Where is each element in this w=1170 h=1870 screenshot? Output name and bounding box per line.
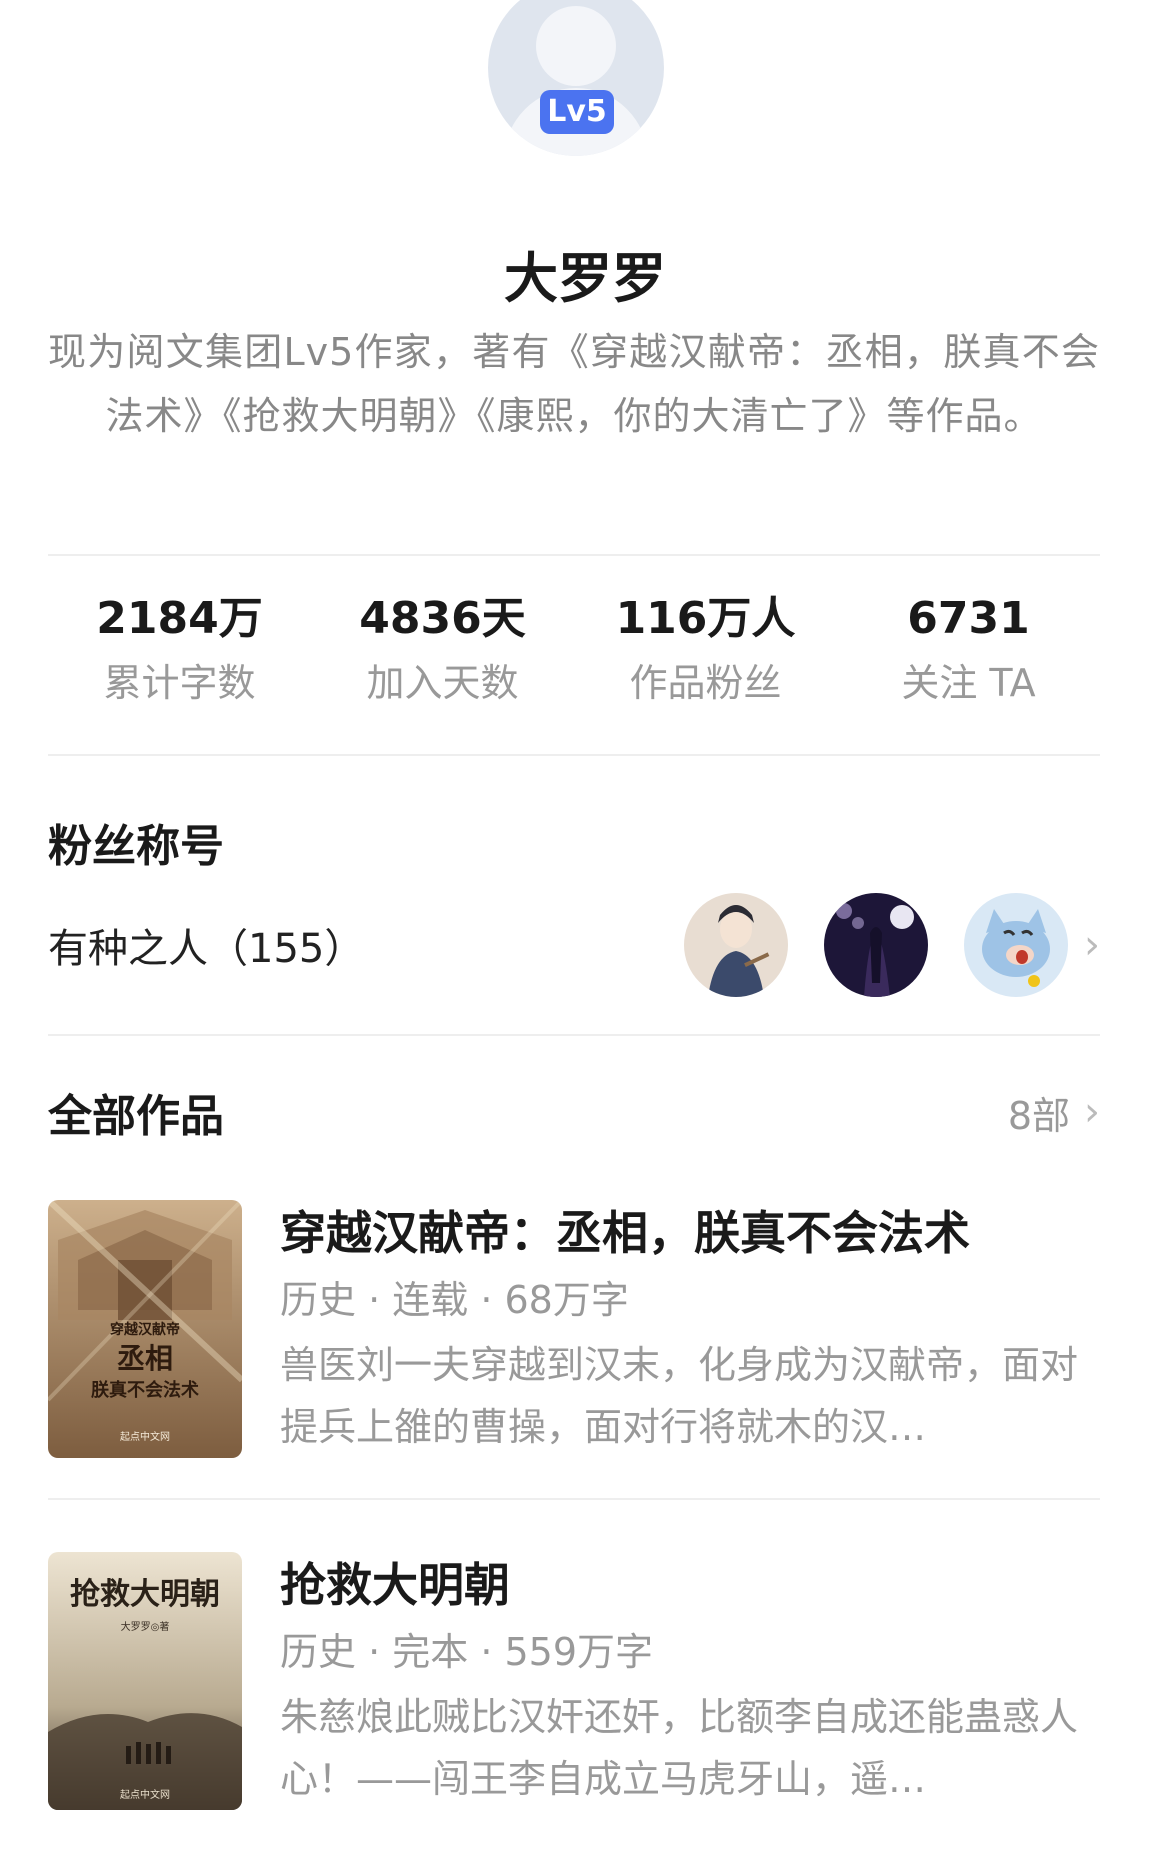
book-title: 抢救大明朝 (280, 1558, 510, 1612)
cover-title: 抢救大明朝 (70, 1577, 220, 1612)
fan-avatars (684, 893, 1068, 997)
book-description: 朱慈烺此贼比汉奸还奸，比额李自成还能蛊惑人心！——闯王李自成立马虎牙山，遥… (280, 1695, 1079, 1801)
stat-label: 作品粉丝 (629, 661, 782, 705)
book-meta: 历史 · 完本 · 559万字 (280, 1630, 654, 1674)
fan-avatar (684, 893, 788, 997)
stat-value: 6731 (907, 593, 1030, 644)
stat-fans: 116万人 作品粉丝 (574, 590, 837, 718)
author-avatar[interactable]: Lv5 (488, 0, 664, 156)
chevron-right-icon: › (1084, 922, 1100, 968)
book-item[interactable]: 穿越汉献帝 丞相 朕真不会法术 起点中文网 穿越汉献帝：丞相，朕真不会法术 历史… (48, 1200, 1100, 1458)
book-cover: 抢救大明朝 大罗罗◎著 起点中文网 (48, 1552, 242, 1810)
cover-title-small: 穿越汉献帝 (110, 1321, 180, 1338)
book-info: 穿越汉献帝：丞相，朕真不会法术 历史 · 连载 · 68万字 兽医刘一夫穿越到汉… (280, 1200, 1100, 1458)
cover-publisher: 起点中文网 (120, 1430, 170, 1443)
stat-value: 4836天 (359, 593, 526, 644)
fan-avatar (964, 893, 1068, 997)
cover-publisher: 起点中文网 (120, 1788, 170, 1801)
stat-following[interactable]: 6731 关注 TA (837, 590, 1100, 718)
book-info: 抢救大明朝 历史 · 完本 · 559万字 朱慈烺此贼比汉奸还奸，比额李自成还能… (280, 1552, 1100, 1810)
stat-label: 加入天数 (366, 661, 519, 705)
fan-title-label: 有种之人（155） (48, 926, 365, 972)
stat-days-joined: 4836天 加入天数 (311, 590, 574, 718)
stat-label: 关注 TA (901, 661, 1036, 705)
stat-word-count: 2184万 累计字数 (48, 590, 311, 718)
cover-subtitle: 朕真不会法术 (91, 1379, 199, 1401)
divider (48, 554, 1100, 556)
stats-row: 2184万 累计字数 4836天 加入天数 116万人 作品粉丝 6731 关注… (48, 590, 1100, 718)
chevron-right-icon: › (1084, 1089, 1100, 1135)
stat-label: 累计字数 (103, 661, 256, 705)
divider (48, 1034, 1100, 1036)
book-cover: 穿越汉献帝 丞相 朕真不会法术 起点中文网 (48, 1200, 242, 1458)
book-meta: 历史 · 连载 · 68万字 (280, 1278, 629, 1322)
stat-value: 116万人 (615, 593, 796, 644)
works-count: 8部 (1007, 1093, 1070, 1138)
stat-value: 2184万 (96, 593, 263, 644)
book-title: 穿越汉献帝：丞相，朕真不会法术 (280, 1206, 970, 1260)
author-bio: 现为阅文集团Lv5作家，著有《穿越汉献帝：丞相，朕真不会法术》《抢救大明朝》《康… (48, 330, 1100, 438)
fan-title-row[interactable]: 有种之人（155） › (48, 890, 1100, 1000)
book-description: 兽医刘一夫穿越到汉末，化身成为汉献帝，面对提兵上雒的曹操，面对行将就木的汉… (280, 1343, 1079, 1449)
all-works-header[interactable]: 全部作品 8部 › (48, 1080, 1100, 1144)
fan-avatar (824, 893, 928, 997)
book-item[interactable]: 抢救大明朝 大罗罗◎著 起点中文网 抢救大明朝 历史 · 完本 · 559万字 … (48, 1552, 1100, 1810)
divider (48, 754, 1100, 756)
all-works-heading: 全部作品 (48, 1091, 224, 1142)
fan-title-heading: 粉丝称号 (48, 821, 224, 872)
cover-title-main: 丞相 (117, 1342, 173, 1375)
divider (48, 1498, 1100, 1500)
cover-author: 大罗罗◎著 (121, 1620, 170, 1633)
level-badge: Lv5 (540, 90, 614, 134)
author-name: 大罗罗 (504, 247, 666, 310)
